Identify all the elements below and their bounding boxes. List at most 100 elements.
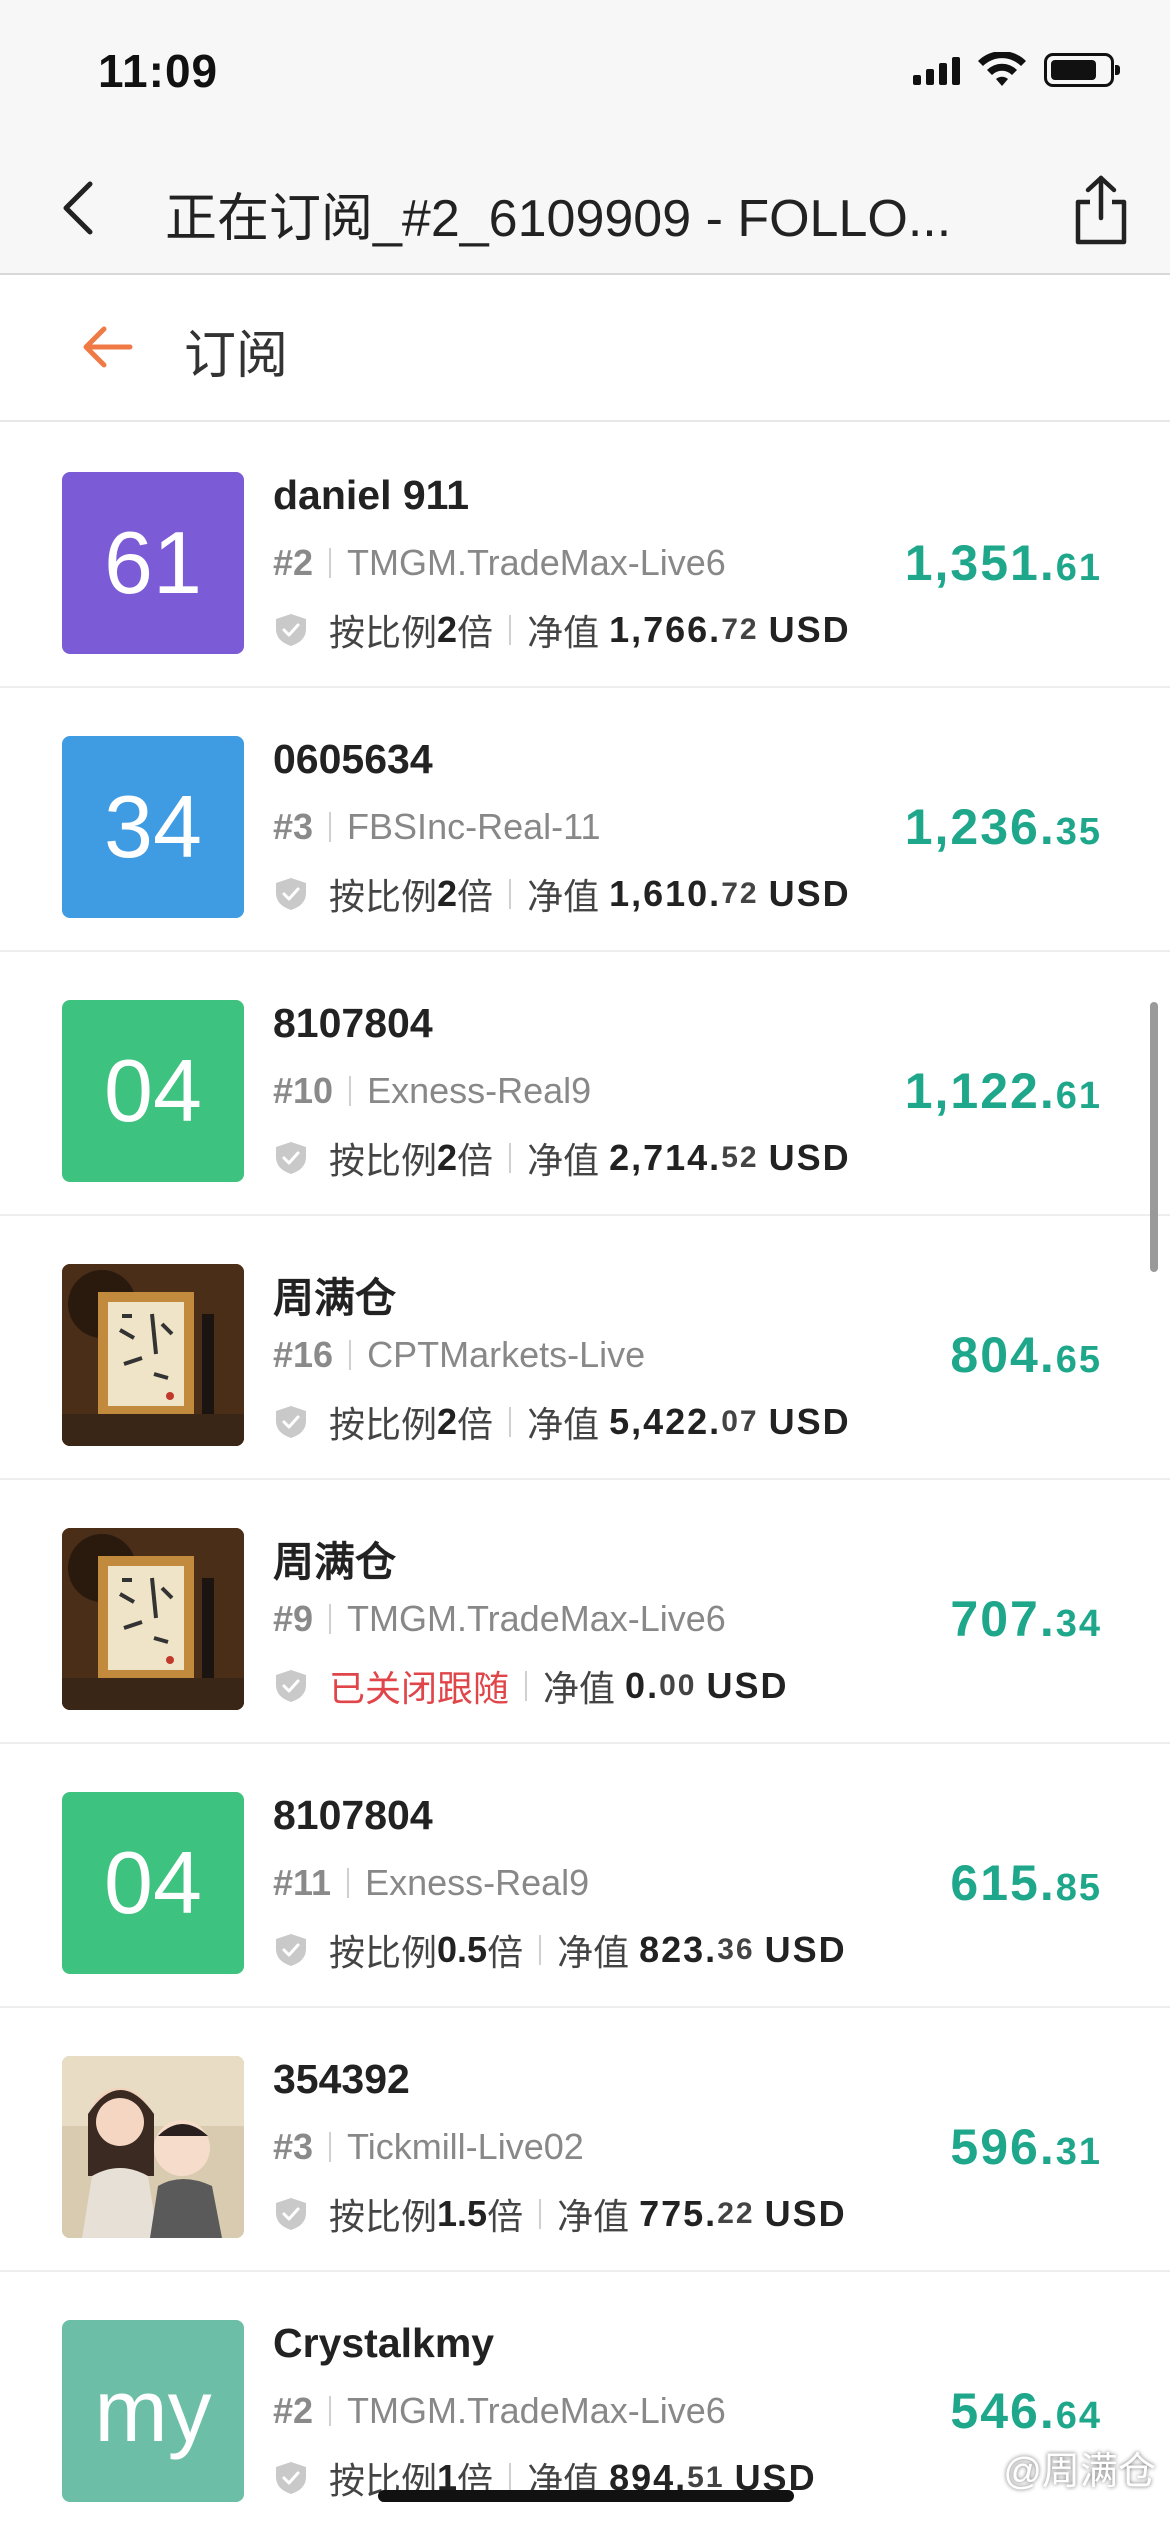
account-info: #11 Exness-Real9: [273, 1862, 589, 1904]
shield-check-icon: [276, 878, 306, 910]
subscription-row[interactable]: 周满仓 #16 CPTMarkets-Live 按比例 2 倍 净值 5,422. 0…: [0, 1216, 1170, 1480]
trader-name: 0605634: [273, 736, 433, 782]
ratio-suffix: 倍: [457, 612, 494, 653]
divider: [329, 1604, 332, 1634]
server-name: Exness-Real9: [367, 1070, 592, 1111]
ratio-prefix: 按比例: [329, 2196, 438, 2237]
avatar: [62, 2056, 244, 2238]
profit-amount: 707.34: [950, 1590, 1102, 1648]
account-info: #9 TMGM.TradeMax-Live6: [273, 1598, 726, 1640]
profit-integer: 615.: [950, 1855, 1056, 1911]
status-bar: 11:09: [0, 0, 1170, 140]
avatar-text: 04: [104, 1833, 202, 1932]
avatar: my: [62, 2320, 244, 2502]
equity-currency: USD: [768, 1137, 851, 1178]
profit-amount: 1,351.61: [905, 534, 1102, 592]
profit-decimals: 61: [1055, 547, 1102, 589]
divider: [525, 1671, 528, 1701]
equity-label: 净值: [527, 1404, 600, 1445]
back-arrow-icon[interactable]: [78, 317, 138, 377]
equity-decimals: 72: [721, 877, 759, 910]
ratio-value: 2: [437, 873, 458, 914]
avatar-text: 04: [104, 1041, 202, 1140]
trader-name: 8107804: [273, 1000, 433, 1046]
equity-currency: USD: [764, 1929, 847, 1970]
divider: [347, 1868, 350, 1898]
divider: [349, 1076, 352, 1106]
ratio-prefix: 按比例: [329, 612, 438, 653]
equity-value: 2,714.: [609, 1137, 722, 1178]
equity-decimals: 22: [717, 2197, 755, 2230]
subscription-row[interactable]: 354392 #3 Tickmill-Live02 按比例 1.5 倍 净值 775…: [0, 2008, 1170, 2272]
ratio-value: 2: [437, 609, 458, 650]
profit-integer: 804.: [950, 1327, 1056, 1383]
follow-status: 已关闭跟随: [329, 1668, 510, 1709]
profit-decimals: 34: [1055, 1603, 1102, 1645]
share-icon[interactable]: [1066, 170, 1136, 250]
subscription-row[interactable]: 61 daniel 911 #2 TMGM.TradeMax-Live6 按比例…: [0, 424, 1170, 688]
avatar: 34: [62, 736, 244, 918]
battery-icon: [1044, 53, 1120, 87]
subscription-row[interactable]: 04 8107804 #11 Exness-Real9 按比例 0.5 倍 净值 8…: [0, 1744, 1170, 2008]
divider: [329, 812, 332, 842]
profit-amount: 804.65: [950, 1326, 1102, 1384]
subscription-list: 61 daniel 911 #2 TMGM.TradeMax-Live6 按比例…: [0, 424, 1170, 2532]
home-indicator[interactable]: [378, 2490, 794, 2502]
cellular-signal-icon: [913, 55, 960, 85]
divider: [509, 1407, 512, 1437]
profit-decimals: 61: [1055, 1075, 1102, 1117]
avatar-text: my: [94, 2361, 212, 2460]
ratio-prefix: 按比例: [329, 1404, 438, 1445]
subscription-row[interactable]: 周满仓 #9 TMGM.TradeMax-Live6 已关闭跟随 净值 0. 00…: [0, 1480, 1170, 1744]
avatar: [62, 1528, 244, 1710]
rank: #10: [273, 1070, 334, 1111]
server-name: TMGM.TradeMax-Live6: [347, 542, 726, 583]
trader-name: daniel 911: [273, 472, 470, 518]
profit-integer: 596.: [950, 2119, 1056, 2175]
server-name: TMGM.TradeMax-Live6: [347, 2390, 726, 2431]
equity-label: 净值: [543, 1668, 616, 1709]
profit-integer: 707.: [950, 1591, 1056, 1647]
trader-name: 周满仓: [273, 1539, 396, 1585]
rank: #16: [273, 1334, 334, 1375]
trader-name: 354392: [273, 2056, 410, 2102]
equity-label: 净值: [527, 612, 600, 653]
equity-label: 净值: [527, 1140, 600, 1181]
shield-check-icon: [276, 1670, 306, 1702]
profit-decimals: 85: [1055, 1867, 1102, 1909]
rank: #3: [273, 2126, 314, 2167]
account-info: #2 TMGM.TradeMax-Live6: [273, 2390, 726, 2432]
trader-name: 周满仓: [273, 1275, 396, 1321]
ratio-suffix: 倍: [487, 2196, 524, 2237]
server-name: Tickmill-Live02: [347, 2126, 584, 2167]
equity-label: 净值: [527, 876, 600, 917]
account-info: #3 Tickmill-Live02: [273, 2126, 584, 2168]
profit-decimals: 65: [1055, 1339, 1102, 1381]
divider: [509, 615, 512, 645]
profit-integer: 1,122.: [904, 1063, 1056, 1119]
status-icons: [913, 52, 1120, 88]
subscription-row[interactable]: 34 0605634 #3 FBSInc-Real-11 按比例 2 倍 净值 1,…: [0, 688, 1170, 952]
divider: [509, 879, 512, 909]
copy-info: 已关闭跟随 净值 0. 00 USD: [273, 1660, 788, 1712]
ratio-prefix: 按比例: [329, 876, 438, 917]
status-time: 11:09: [98, 45, 219, 97]
avatar: 04: [62, 1792, 244, 1974]
back-chevron-icon[interactable]: [40, 168, 120, 248]
avatar: 04: [62, 1000, 244, 1182]
shield-check-icon: [276, 1406, 306, 1438]
divider: [539, 2199, 542, 2229]
divider: [329, 548, 332, 578]
subscription-row[interactable]: 04 8107804 #10 Exness-Real9 按比例 2 倍 净值 2,7…: [0, 952, 1170, 1216]
divider: [329, 2396, 332, 2426]
equity-currency: USD: [706, 1665, 789, 1706]
ratio-prefix: 按比例: [329, 1140, 438, 1181]
shield-check-icon: [276, 614, 306, 646]
equity-decimals: 36: [717, 1933, 755, 1966]
equity-decimals: 52: [721, 1141, 759, 1174]
server-name: Exness-Real9: [365, 1862, 590, 1903]
shield-check-icon: [276, 2462, 306, 2494]
equity-label: 净值: [557, 1932, 630, 1973]
scrollbar[interactable]: [1150, 1002, 1158, 1272]
ratio-value: 1.5: [437, 2193, 488, 2234]
